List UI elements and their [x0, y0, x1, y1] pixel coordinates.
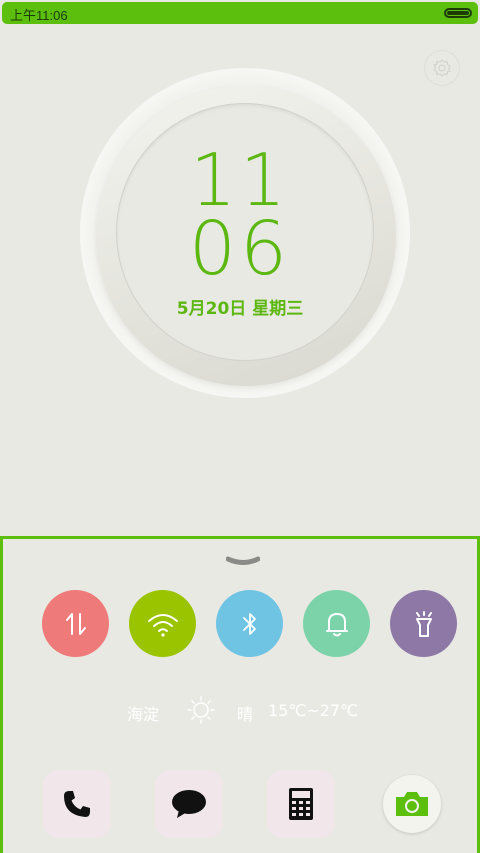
- weather-temperature: 15℃~27℃: [268, 701, 359, 720]
- toggle-wifi[interactable]: [129, 590, 196, 657]
- weather-condition: 晴: [237, 705, 254, 724]
- status-bar: 上午11:06: [2, 2, 478, 24]
- camera-button[interactable]: [383, 775, 441, 833]
- toggle-bluetooth[interactable]: [216, 590, 283, 657]
- flashlight-icon: [415, 610, 432, 637]
- weather-location: 海淀: [127, 705, 160, 724]
- bell-icon: [325, 612, 348, 636]
- gear-icon: [433, 59, 451, 77]
- messages-button[interactable]: [155, 770, 223, 838]
- toggle-sound[interactable]: [303, 590, 370, 657]
- quick-panel: 海淀 晴 15℃~27℃: [0, 536, 480, 853]
- chevron-down-icon: [225, 556, 261, 565]
- wifi-icon: [147, 613, 178, 637]
- phone-icon: [64, 791, 90, 817]
- sun-icon: [187, 696, 215, 724]
- battery-icon: [444, 8, 472, 18]
- status-time: 上午11:06: [10, 8, 68, 23]
- toggle-mobile-data[interactable]: [42, 590, 109, 657]
- chat-bubble-icon: [172, 790, 206, 818]
- phone-button[interactable]: [43, 770, 111, 838]
- panel-handle[interactable]: [225, 553, 261, 565]
- weather-row: 海淀 晴 15℃~27℃: [3, 696, 480, 726]
- calculator-button[interactable]: [267, 770, 335, 838]
- calculator-icon: [289, 788, 313, 820]
- clock-date: 5月20日 星期三: [176, 299, 304, 319]
- clock-minute: 06: [188, 206, 292, 292]
- toggle-flashlight[interactable]: [390, 590, 457, 657]
- data-arrows-icon: [65, 612, 86, 635]
- bluetooth-icon: [242, 612, 256, 635]
- settings-button[interactable]: [424, 50, 460, 86]
- camera-icon: [396, 792, 428, 816]
